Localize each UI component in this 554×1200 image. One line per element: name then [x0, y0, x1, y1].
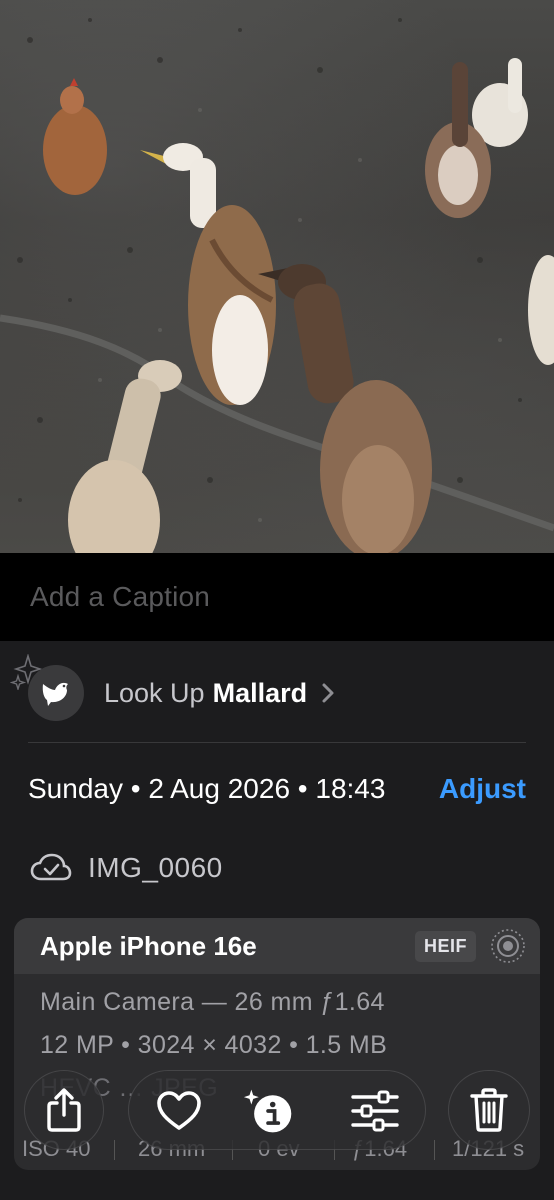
sliders-icon — [351, 1090, 399, 1132]
heart-icon — [157, 1091, 201, 1130]
date-time: Sunday • 2 Aug 2026 • 18:43 — [28, 773, 386, 804]
info-button[interactable] — [243, 1085, 295, 1137]
camera-card-header: Apple iPhone 16e HEIF — [14, 918, 540, 974]
image-specs: 12 MP • 3024 × 4032 • 1.5 MB — [40, 1031, 388, 1059]
adjust-date-button[interactable]: Adjust — [439, 770, 526, 808]
share-icon — [47, 1088, 81, 1132]
bird-icon — [28, 665, 84, 721]
photo[interactable] — [0, 0, 554, 553]
delete-button[interactable] — [448, 1070, 530, 1150]
divider — [28, 742, 526, 743]
favorite-button[interactable] — [153, 1085, 205, 1137]
caption-field[interactable]: Add a Caption — [0, 553, 554, 641]
live-photo-icon — [491, 929, 525, 963]
share-button[interactable] — [24, 1070, 104, 1150]
trash-icon — [470, 1088, 508, 1132]
chevron-right-icon — [322, 683, 334, 703]
file-name: IMG_0060 — [88, 852, 223, 883]
file-row: IMG_0060 — [30, 852, 223, 884]
lookup-row[interactable]: Look Up Mallard — [28, 664, 335, 722]
exif-separator — [434, 1140, 435, 1160]
adjust-button[interactable] — [349, 1085, 401, 1137]
photo-content — [0, 18, 554, 553]
toolbar-group — [128, 1070, 426, 1150]
lookup-value: Mallard — [212, 677, 308, 708]
lookup-label: Look Up — [104, 677, 205, 708]
camera-device: Apple iPhone 16e — [40, 930, 257, 961]
caption-placeholder: Add a Caption — [30, 581, 211, 612]
cloud-check-icon — [30, 853, 72, 881]
lens-info: Main Camera — 26 mm ƒ1.64 — [40, 988, 385, 1016]
sparkle-info-icon — [243, 1089, 292, 1133]
exif-separator — [114, 1140, 115, 1160]
format-badge: HEIF — [414, 930, 476, 962]
